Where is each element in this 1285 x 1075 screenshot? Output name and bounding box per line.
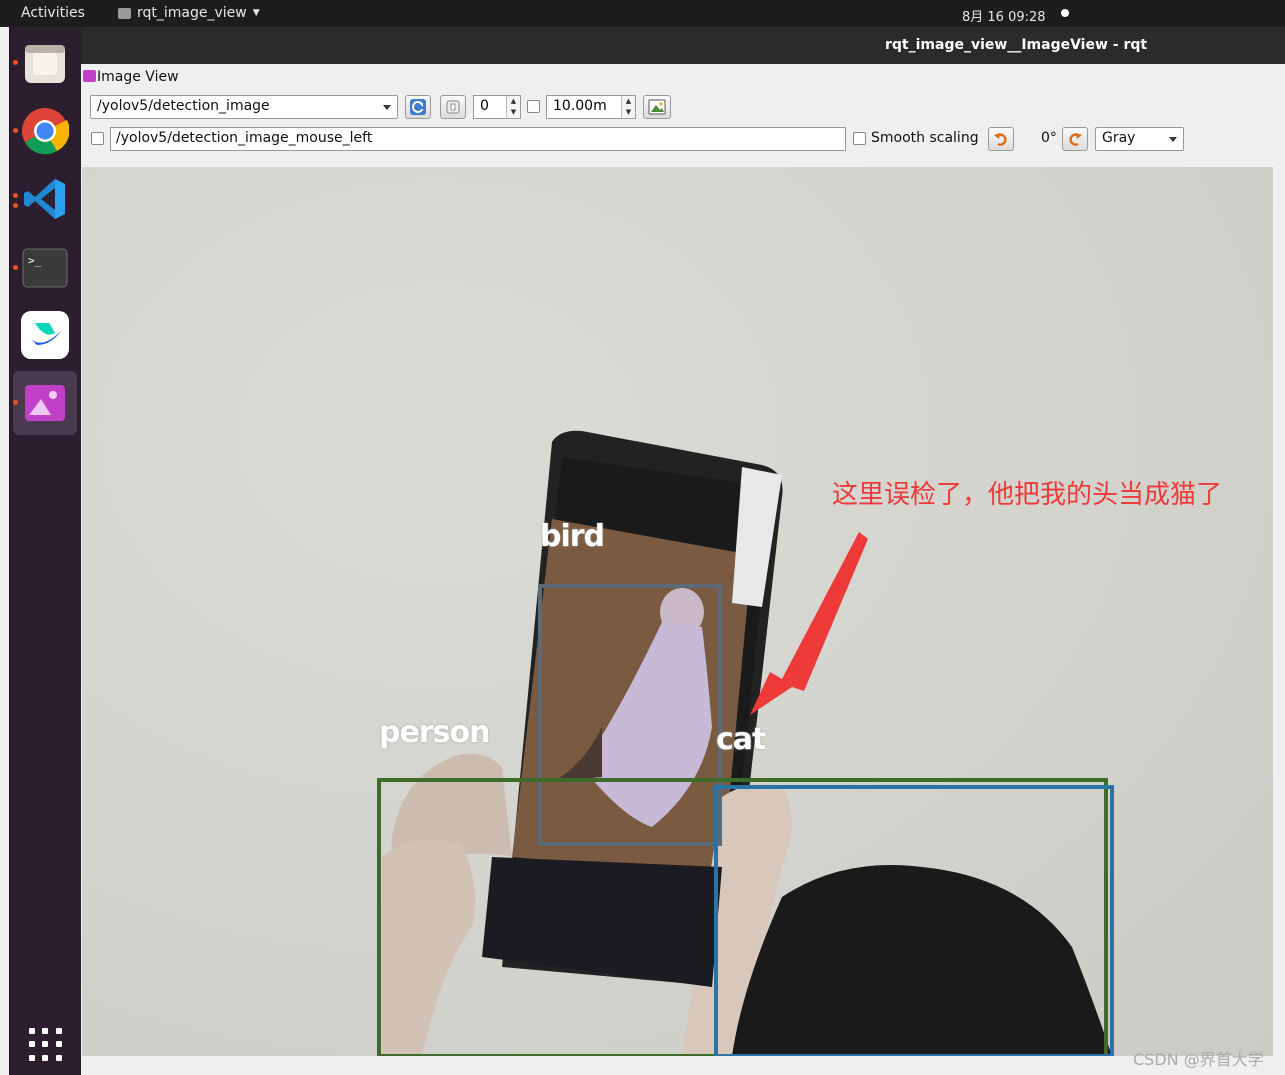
pause-button[interactable] [440,95,466,119]
dock: >_ [9,27,81,1075]
mouse-topic-input[interactable]: /yolov5/detection_image_mouse_left [110,127,846,151]
chevron-down-icon: ▼ [252,8,260,18]
refresh-topics-button[interactable] [405,95,431,119]
chevron-down-icon [1169,137,1177,142]
window-title: rqt_image_view__ImageView - rqt [885,37,1148,53]
spinbox-input[interactable]: 0 ▲ ▼ [473,95,521,119]
detection-label-cat: cat [716,722,766,757]
duration-arrows[interactable]: ▲ ▼ [621,96,635,118]
panel-title: Image View [97,69,179,85]
topic-combobox[interactable]: /yolov5/detection_image [90,95,398,119]
running-indicator [13,400,18,405]
running-indicator [13,193,18,198]
app-menu-label: rqt_image_view [137,5,247,21]
save-image-button[interactable] [643,95,671,119]
rotate-left-icon [994,133,1007,146]
notification-dot-icon [1061,9,1069,17]
annotation-text: 这里误检了，他把我的头当成猫了 [832,480,1223,510]
top-bar: Activities rqt_image_view ▼ 8月 16 09:28 [0,0,1285,27]
terminal-icon[interactable]: >_ [21,243,69,291]
topic-value: /yolov5/detection_image [97,98,270,114]
mouse-publish-checkbox[interactable] [91,132,104,145]
svg-text:>_: >_ [28,254,42,267]
image-viewer-icon[interactable] [21,379,69,427]
app-menu[interactable]: rqt_image_view ▼ [118,5,260,21]
running-indicator [13,128,18,133]
window-title-bar: rqt_image_view__ImageView - rqt [81,27,1285,64]
smooth-scaling-checkbox[interactable] [853,132,866,145]
files-icon[interactable] [21,39,69,87]
rotate-right-button[interactable] [1062,127,1088,151]
spinbox-value: 0 [480,98,489,114]
activities-button[interactable]: Activities [21,5,85,21]
feishu-icon[interactable] [21,311,69,359]
rotation-value: 0° [1041,130,1057,146]
clock[interactable]: 8月 16 09:28 [962,6,1046,25]
refresh-icon [410,99,426,115]
duration-checkbox[interactable] [527,100,540,113]
color-scheme-combobox[interactable]: Gray [1095,127,1184,151]
app-icon [118,7,131,19]
rotate-right-icon [1069,133,1082,146]
duration-value: 10.00m [553,98,607,114]
panel-icon [83,70,96,82]
mouse-topic-value: /yolov5/detection_image_mouse_left [116,130,373,146]
save-image-icon [648,99,666,115]
running-indicator [13,265,18,270]
detection-label-person: person [379,715,490,750]
pause-icon [446,100,460,114]
detection-label-bird: bird [540,519,605,554]
duration-input[interactable]: 10.00m ▲ ▼ [546,95,636,119]
image-display[interactable]: bird person cat [82,167,1273,1056]
smooth-scaling-label: Smooth scaling [871,130,979,146]
color-scheme-value: Gray [1102,130,1136,146]
running-indicator [13,203,18,208]
app-grid-icon[interactable] [29,1028,63,1062]
chevron-down-icon [383,105,391,110]
rotate-left-button[interactable] [988,127,1014,151]
running-indicator [13,60,18,65]
vscode-icon[interactable] [21,175,69,223]
head-hair [732,865,1112,1056]
camera-image [377,430,1114,1056]
chrome-icon[interactable] [21,107,70,155]
spinbox-arrows[interactable]: ▲ ▼ [506,96,520,118]
watermark: CSDN @界首大学 [1133,1050,1264,1069]
